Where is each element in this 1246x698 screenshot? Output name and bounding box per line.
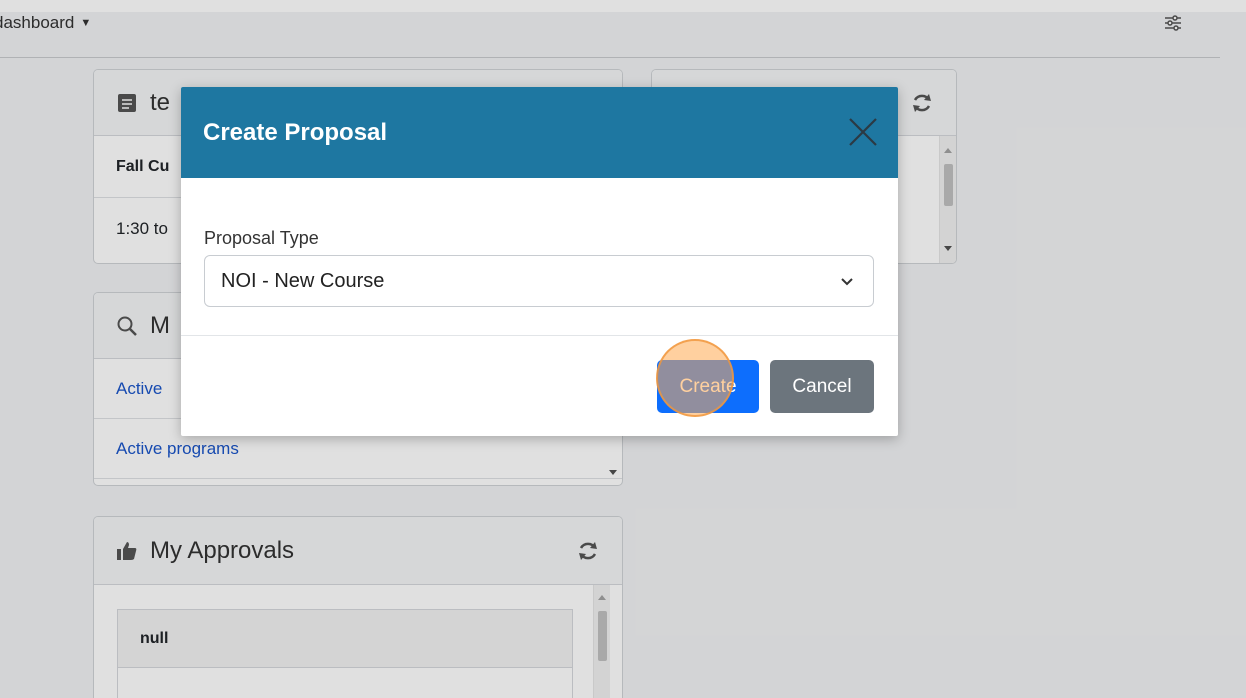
proposal-type-select[interactable]: NOI - New Course [204, 255, 874, 307]
modal-body: Proposal Type NOI - New Course [181, 178, 898, 335]
modal-footer: Create Cancel [181, 335, 898, 436]
modal-title: Create Proposal [203, 118, 388, 146]
cancel-button[interactable]: Cancel [770, 360, 874, 413]
proposal-type-value: NOI - New Course [221, 269, 385, 292]
create-proposal-modal: Create Proposal Proposal Type NOI - New … [181, 87, 898, 436]
proposal-type-label: Proposal Type [204, 228, 319, 248]
close-icon[interactable] [846, 115, 880, 149]
modal-header: Create Proposal [181, 87, 898, 178]
chevron-down-icon [841, 278, 853, 286]
create-button[interactable]: Create [657, 360, 759, 413]
